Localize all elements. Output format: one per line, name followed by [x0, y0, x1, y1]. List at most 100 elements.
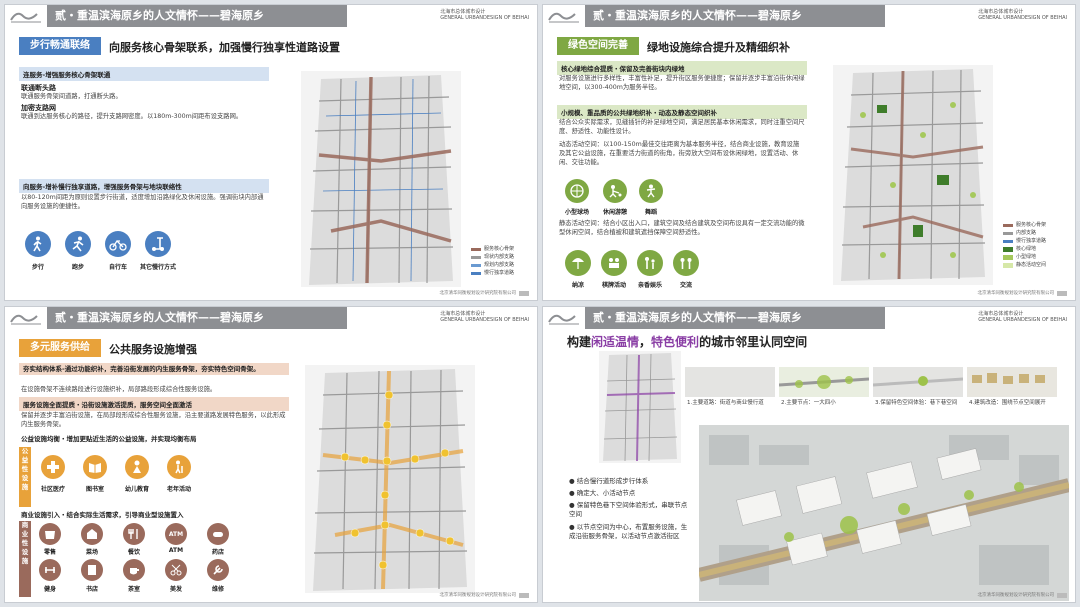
icon-label: 自行车 [108, 264, 127, 271]
band-body: 结合公众实际需求，见缝插针的补足绿地空间，满足居民基本休闲需求，同时注重空间尺度… [559, 119, 805, 135]
slide-footer: 北京清华同衡规划设计研究院有限公司 [978, 592, 1067, 598]
icon-label: 图书室 [85, 486, 104, 493]
medical-icon [41, 455, 65, 479]
slide-header: 贰・重温滨海原乡的人文情怀——碧海原乡 北海市总体城市设计 GENERAL URB… [543, 5, 1075, 27]
section-title: 贰・重温滨海原乡的人文情怀——碧海原乡 [47, 307, 347, 329]
icon-label: 零售 [43, 549, 56, 556]
bookstore-icon [81, 559, 103, 581]
band-body: 保留并逐步丰富沿街设施，在局部段形成综合性服务设施，沿主要道路发展特色服务，以此… [21, 412, 286, 428]
child-icon [125, 455, 149, 479]
step-image-alley [872, 367, 964, 397]
public-vertical-label: 公益性设施 [19, 447, 31, 507]
project-name: 北海市总体城市设计 GENERAL URBANDESIGN OF BEIHAI [440, 9, 529, 21]
chat-icon [673, 250, 699, 276]
dynamic-space-text: 动态活动空间：以100-150m最佳交往距离为基本服务半径，结合商业设施，教育设… [559, 141, 800, 166]
section-title: 贰・重温滨海原乡的人文情怀——碧海原乡 [47, 5, 347, 27]
icon-label: 书店 [85, 586, 98, 593]
wave-logo-icon [548, 314, 579, 325]
icon-label: 步行 [31, 264, 44, 271]
bike-icon [105, 231, 131, 257]
retail-icon [39, 523, 61, 545]
leisure-icon [603, 179, 627, 203]
aerial-rendering [699, 425, 1069, 601]
band-body: 在设施骨架不连续路段进行设施织补，局部路段形成综合性服务设施。 [21, 386, 217, 393]
slide-footer: 北京清华同衡规划设计研究院有限公司 [440, 290, 529, 296]
slide-header: 贰・重温滨海原乡的人文情怀——碧海原乡 北海市总体城市设计 GENERAL URB… [543, 307, 1075, 329]
icon-label: 跑步 [71, 264, 84, 271]
green-space-map [833, 65, 993, 285]
icon-label: 交流 [679, 282, 692, 289]
elder-icon [167, 455, 191, 479]
slide-header: 贰・重温滨海原乡的人文情怀——碧海原乡 北海市总体城市设计 GENERAL URB… [5, 307, 537, 329]
section-title: 贰・重温滨海原乡的人文情怀——碧海原乡 [585, 5, 885, 27]
tea-icon [123, 559, 145, 581]
slide-header: 贰・重温滨海原乡的人文情怀——碧海原乡 北海市总体城市设计 GENERAL URB… [5, 5, 537, 27]
slide-green-space: 贰・重温滨海原乡的人文情怀——碧海原乡 北海市总体城市设计 GENERAL URB… [542, 4, 1076, 301]
food-icon [123, 523, 145, 545]
icon-label: 餐饮 [127, 549, 140, 556]
family-icon [637, 250, 663, 276]
atm-icon: ATM [165, 523, 187, 545]
item-body: 联通到达服务核心的路径，提升支路网密度。以180m-300m间距布设支路网。 [21, 113, 243, 120]
market-icon [81, 523, 103, 545]
icon-label: 社区医疗 [40, 486, 65, 493]
band-body: 对服务设施进行多样性，丰富性补足，提升街区服务便捷度；保留并逐步丰富沿街休闲绿地… [559, 75, 805, 91]
slide-footer: 北京清华同衡规划设计研究院有限公司 [978, 290, 1067, 296]
repair-icon [207, 559, 229, 581]
street-network-map [301, 71, 461, 287]
band-small-green: 小规模、重品质的公共绿地织补・动态及静态空间织补 [557, 105, 807, 119]
key-map [599, 351, 681, 463]
icon-label: 茶室 [127, 586, 140, 593]
bullet-item: ● 以节点空间为中心，布置服务设施，生成沿街服务骨架，以活动节点激活街区 [569, 523, 688, 540]
step-caption: 1.主要道路：街道与商业慢行道 [687, 400, 764, 406]
topic-tag: 多元服务供给 [19, 339, 101, 357]
library-icon [83, 455, 107, 479]
slide-public-services: 贰・重温滨海原乡的人文情怀——碧海原乡 北海市总体城市设计 GENERAL URB… [4, 306, 538, 603]
slide-heading: 构建闲适温情，特色便利的城市邻里认同空间 [567, 335, 808, 349]
slide-footer: 北京清华同衡规划设计研究院有限公司 [440, 592, 529, 598]
band-structure: 夯实结构体系-通过功能织补，完善沿街发展的内生服务骨架，夯实特色空间骨架。 [19, 363, 289, 375]
public-sub-heading: 公益设施均衡・增加更贴近生活的公益设施，并实现均衡布局 [21, 435, 197, 443]
step-caption: 2.主要节点：一大四小 [781, 400, 836, 406]
section-title: 贰・重温滨海原乡的人文情怀——碧海原乡 [585, 307, 885, 329]
band-quality: 服务设施全面提质・沿街设施激活提质，服务空间全面激活 [19, 397, 289, 411]
services-map [305, 365, 475, 593]
step-image-node [778, 367, 870, 397]
step-image-building [967, 367, 1057, 397]
topic-tag: 步行畅通联络 [19, 37, 101, 55]
ball-icon [565, 179, 589, 203]
step-caption: 4.建筑改造：围绕节点空间展开 [969, 400, 1046, 406]
icon-label: 幼儿教育 [124, 486, 149, 493]
icon-label: 药店 [211, 549, 224, 556]
pharmacy-icon [207, 523, 229, 545]
fitness-icon [39, 559, 61, 581]
wave-logo-icon [548, 12, 579, 23]
slide-walkway: 贰・重温滨海原乡的人文情怀——碧海原乡 北海市总体城市设计 GENERAL URB… [4, 4, 538, 301]
icon-label: 其它慢行方式 [139, 264, 176, 271]
icon-label: 健身 [43, 586, 56, 593]
step-image-road [685, 367, 775, 397]
topic-tag: 绿色空间完善 [557, 37, 639, 55]
commercial-sub-heading: 商业设施引入・结合实际生活需求，引导商业型设施置入 [21, 511, 184, 519]
wave-logo-icon [10, 12, 41, 23]
chess-icon [601, 250, 627, 276]
project-name: 北海市总体城市设计 GENERAL URBANDESIGN OF BEIHAI [440, 311, 529, 323]
walk-icon [25, 231, 51, 257]
slide-heading: 公共服务设施增强 [109, 343, 197, 356]
hair-icon [165, 559, 187, 581]
map-legend: 服务核心骨架 内部支路 慢行独享道路 核心绿地 小型绿地 静态活动空间 [1003, 221, 1046, 269]
dance-icon [639, 179, 663, 203]
icon-label: 菜场 [85, 549, 98, 556]
wave-logo-icon [10, 314, 41, 325]
bullet-item: ● 结合慢行道形成步行体系 [569, 477, 649, 485]
band-body: 以80-120m间距为原则设置步行街道，适度增加沿路绿化及休闲设施。强调街块内部… [21, 194, 264, 210]
icon-label: ATM [168, 547, 184, 554]
icon-label: 美发 [169, 586, 182, 593]
step-caption: 3.保留特色空间体验：巷下巷空间 [875, 400, 958, 406]
bullet-item: ● 确定大、小活动节点 [569, 489, 636, 497]
icon-label: 维修 [211, 586, 224, 593]
slide-heading: 绿地设施综合提升及精细织补 [647, 41, 790, 54]
band-connect: 连服务-增强服务核心骨架联通 [19, 67, 269, 81]
bullet-item: ● 保留特色巷下空间体验形式，串联节点空间 [569, 501, 688, 518]
scooter-icon [145, 231, 171, 257]
